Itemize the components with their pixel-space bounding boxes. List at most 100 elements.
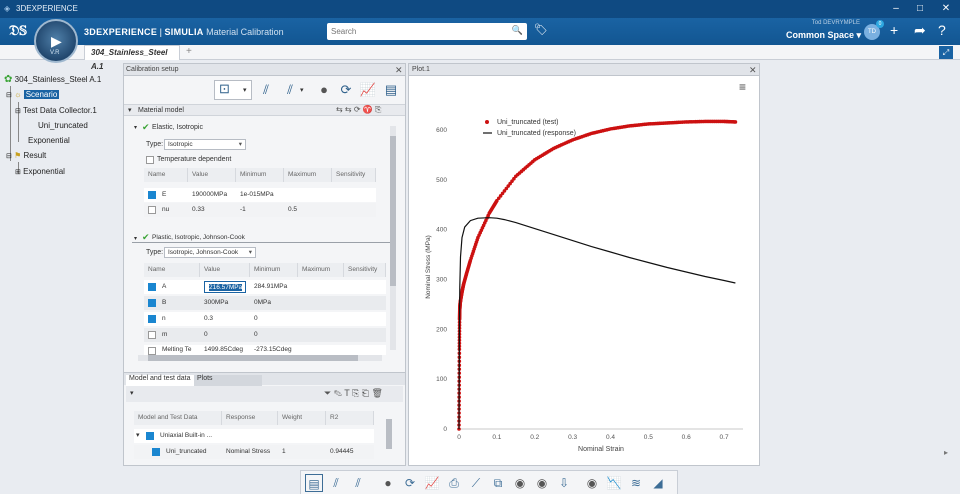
elastic-type-select[interactable]: Isotropic [164, 139, 246, 150]
help-icon[interactable]: ? [938, 22, 946, 38]
play-icon: ▶ [51, 33, 62, 49]
row-checkbox[interactable] [146, 432, 154, 440]
plastic-section-title: Plastic, Isotropic, Johnson-Cook [152, 234, 245, 241]
plastic-type-select[interactable]: Isotropic, Johnson-Cook [164, 247, 256, 258]
tab-304-stainless-steel[interactable]: 304_Stainless_Steel A.1 [84, 45, 180, 71]
x-tick-label: 0 [457, 434, 461, 441]
add-icon[interactable]: + [890, 22, 898, 38]
maximize-button[interactable]: □ [910, 2, 930, 16]
collapse-triangle-icon[interactable]: ▾ [128, 106, 132, 114]
sphere-icon[interactable]: ◉ [533, 474, 551, 492]
table-row[interactable]: A 216.57MPa 284.91MPa [144, 280, 386, 294]
compare-curves-icon[interactable]: ≋ [627, 474, 645, 492]
material-model-tools-icon[interactable]: ⇆ ⇆ ⟳ ♈ ⎘ [336, 105, 381, 115]
horizontal-scrollbar[interactable] [138, 355, 382, 361]
tree-item-exponential[interactable]: Exponential [28, 136, 70, 145]
close-window-button[interactable]: ✕ [936, 2, 956, 16]
x-tick-label: 0.7 [720, 434, 729, 441]
surface-icon[interactable]: ◢ [649, 474, 667, 492]
vertical-scrollbar[interactable] [390, 126, 396, 350]
minimize-button[interactable]: – [886, 2, 906, 16]
compass-button[interactable]: ▶ V.R [34, 19, 78, 63]
y-tick-label: 100 [436, 376, 447, 383]
value-edit-field[interactable]: 216.57MPa [204, 281, 246, 293]
calibration-setup-icon[interactable]: ▤ [305, 474, 323, 492]
scrollbar-thumb[interactable] [390, 136, 396, 286]
search-input[interactable] [331, 25, 506, 38]
y-axis-label: Nominal Stress (MPa) [425, 235, 432, 299]
search-box[interactable]: 🔍 [327, 23, 527, 40]
tree-root[interactable]: ✿ 304_Stainless_Steel A.1 [4, 74, 101, 85]
legend-label: Uni_truncated (test) [497, 119, 558, 126]
platform-name: 3DEXPERIENCE [84, 27, 158, 37]
sphere-icon[interactable]: ◉ [583, 474, 601, 492]
row-checkbox[interactable] [148, 283, 156, 291]
calibrate-icon[interactable]: ⫽ [256, 81, 276, 99]
plot-close-button[interactable]: ✕ [749, 65, 757, 76]
row-checkbox[interactable] [148, 191, 156, 199]
vertical-scrollbar[interactable] [386, 419, 392, 449]
row-checkbox[interactable] [148, 206, 156, 214]
view-dropdown[interactable]: ⊡ ▾ [214, 80, 252, 100]
chevron-down-icon[interactable]: ▾ [300, 86, 304, 94]
material-sphere-icon[interactable]: ● [314, 81, 334, 99]
share-icon[interactable]: ➦ [914, 22, 926, 39]
table-row[interactable]: B 300MPa 0MPa [144, 296, 386, 310]
collapse-triangle-icon[interactable]: ▾ [134, 124, 137, 131]
collab-space-selector[interactable]: Common Space ▾ [786, 30, 861, 41]
tree-item-scenario[interactable]: ⊟ ☼ Scenario [6, 90, 60, 99]
add-tab-button[interactable]: + [186, 46, 192, 57]
compare-icon[interactable]: ⧉ [489, 474, 507, 492]
calibration-close-button[interactable]: ✕ [395, 65, 403, 76]
table-row[interactable]: ▾ Uniaxial Built-in ... [134, 429, 374, 443]
table-row[interactable]: nu 0.33 -1 0.5 [144, 203, 376, 217]
material-sphere-icon[interactable]: ● [379, 474, 397, 492]
scrollbar-thumb[interactable] [148, 355, 358, 361]
tab-plots[interactable]: Plots [194, 375, 262, 386]
chevron-down-icon: ▾ [243, 87, 247, 94]
app-icon: ◈ [4, 4, 11, 13]
tree-item-result[interactable]: ⊟ ⚑ Result [6, 151, 46, 160]
collapse-triangle-icon[interactable]: ▾ [134, 235, 137, 242]
refresh-icon[interactable]: ⟳ [401, 474, 419, 492]
table-row[interactable]: E 190000MPa 1e-015MPa [144, 188, 376, 202]
collapse-triangle-icon[interactable]: ▾ [130, 389, 134, 397]
plot-icon[interactable]: 📈 [423, 474, 441, 492]
plot-icon[interactable]: 📈 [358, 81, 378, 99]
collapse-panel-icon[interactable]: ▸ [944, 448, 948, 457]
test-data-tools-icon[interactable]: ⏷ ✎ T ⎘ ⎗ 🗑 [324, 388, 383, 399]
tree-item-result-exponential[interactable]: ⊞ Exponential [15, 167, 65, 176]
search-icon[interactable]: 🔍 [512, 25, 523, 36]
curve-icon[interactable]: ⟋ [467, 474, 485, 492]
row-checkbox[interactable] [148, 347, 156, 355]
sensitivity-icon[interactable]: ⫽ [349, 474, 367, 492]
calibrate-icon[interactable]: ⫽ [327, 474, 345, 492]
expand-icon[interactable]: ⤢ [939, 46, 953, 59]
table-row[interactable]: n 0.3 0 [144, 312, 386, 326]
sensitivity-icon[interactable]: ⫽ [280, 81, 300, 99]
table-row[interactable]: Uni_truncated Nominal Stress 1 0.94445 [134, 445, 374, 459]
table-icon[interactable]: ▤ [381, 81, 401, 99]
row-checkbox[interactable] [148, 315, 156, 323]
row-checkbox[interactable] [148, 299, 156, 307]
temperature-dependent-checkbox[interactable] [146, 156, 154, 164]
tag-icon[interactable]: 🏷 [534, 23, 548, 36]
refresh-icon[interactable]: ⟳ [336, 81, 356, 99]
row-checkbox[interactable] [148, 331, 156, 339]
sphere-icon[interactable]: ◉ [511, 474, 529, 492]
collapse-triangle-icon[interactable]: ▾ [136, 431, 140, 439]
tree-item-test-data-collector[interactable]: ⊟ Test Data Collector.1 [15, 106, 97, 115]
tab-model-and-test-data[interactable]: Model and test data [126, 375, 194, 386]
row-checkbox[interactable] [152, 448, 160, 456]
table-row[interactable]: m 0 0 [144, 328, 386, 342]
export-icon[interactable]: ⎙ [445, 474, 463, 492]
chart-icon[interactable]: 📉 [605, 474, 623, 492]
y-tick-label: 200 [436, 326, 447, 333]
table-row[interactable]: Melting Te 1499.85Cdeg -273.15Cdeg [144, 345, 386, 355]
plot-panel-header: Plot.1 [409, 64, 759, 76]
arrow-icon[interactable]: ⇩ [555, 474, 573, 492]
elastic-section-title: Elastic, Isotropic [152, 124, 203, 131]
plastic-type-label: Type: [146, 249, 164, 256]
tree-item-uni-truncated[interactable]: Uni_truncated [38, 121, 88, 130]
material-model-label: Material model [138, 107, 184, 114]
